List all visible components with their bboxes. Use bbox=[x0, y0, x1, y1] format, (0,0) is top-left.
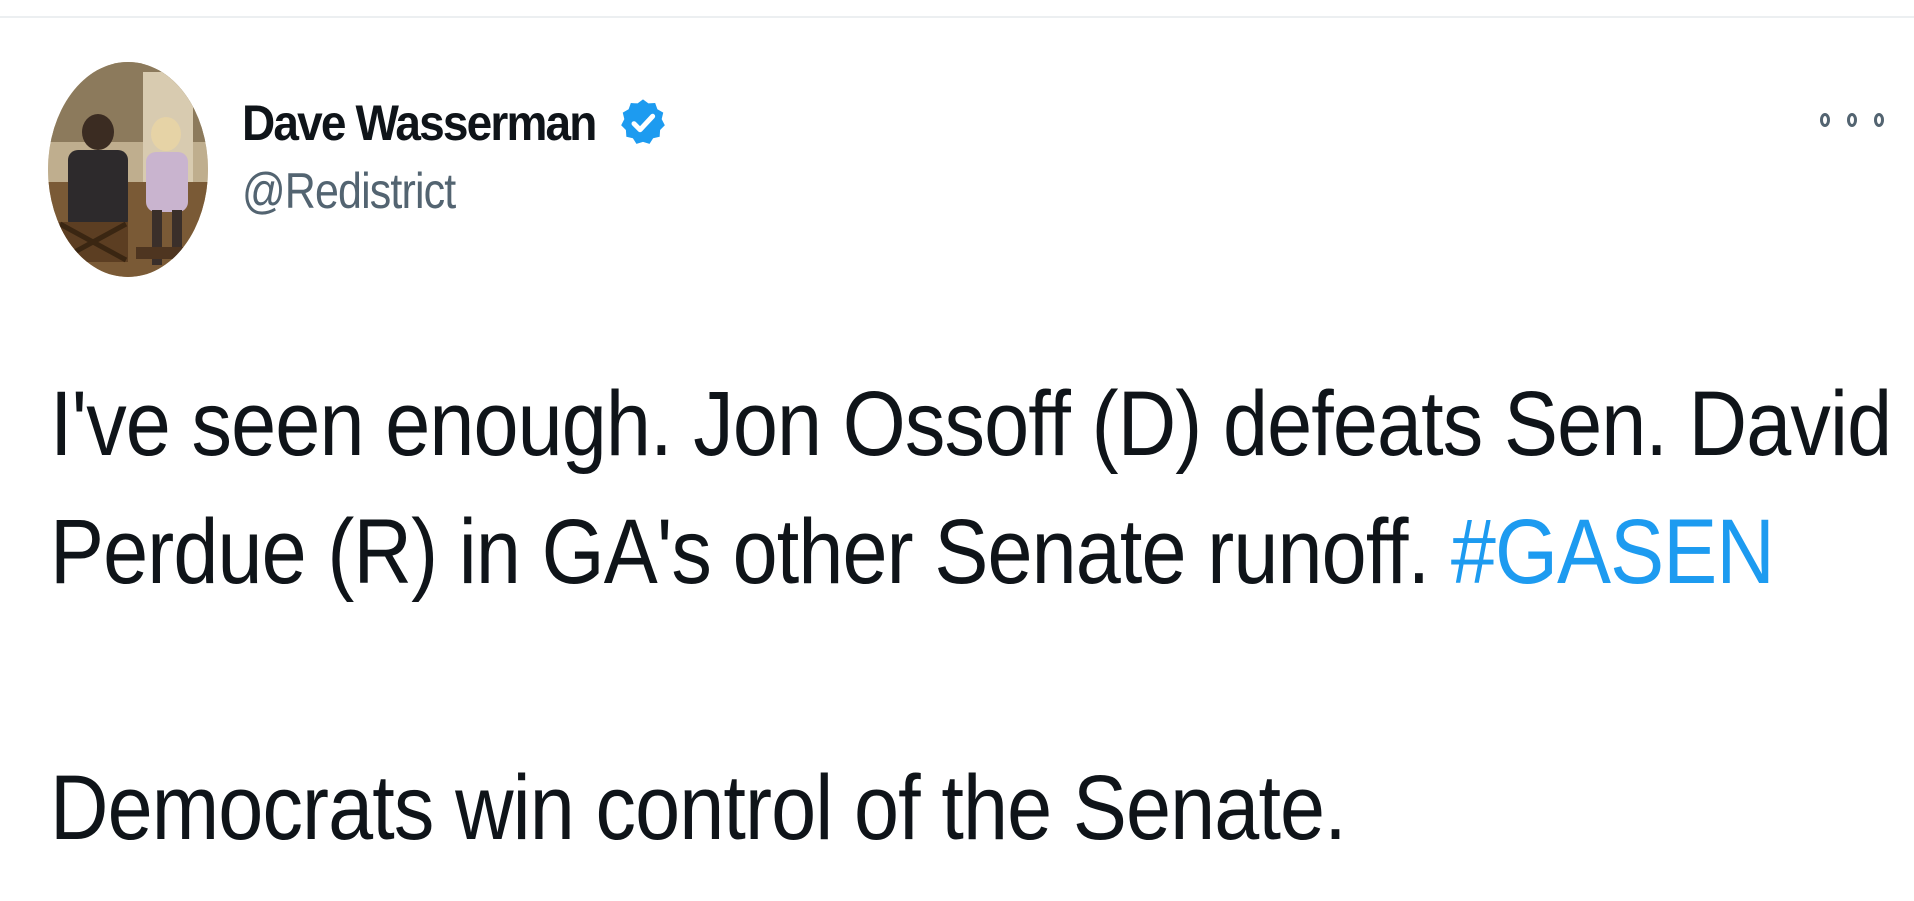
author-handle[interactable]: @Redistrict bbox=[242, 162, 610, 220]
author-display-name[interactable]: Dave Wasserman bbox=[242, 94, 597, 152]
verified-badge-icon bbox=[621, 99, 666, 144]
more-dot bbox=[1874, 113, 1884, 127]
tweet-card: Dave Wasserman @Redistrict I've seen eno… bbox=[0, 0, 1914, 901]
tweet-text-line-2: Perdue (R) in GA's other Senate runoff. … bbox=[50, 488, 1775, 616]
author-name-row: Dave Wasserman bbox=[242, 88, 670, 158]
more-dot bbox=[1847, 113, 1857, 127]
tweet-text-line-2-prefix: Perdue (R) in GA's other Senate runoff. bbox=[50, 501, 1451, 603]
hashtag-link[interactable]: #GASEN bbox=[1451, 501, 1775, 603]
tweet-text-line-3: Democrats win control of the Senate. bbox=[50, 757, 1347, 859]
profile-photo-image bbox=[48, 62, 208, 277]
avatar[interactable] bbox=[48, 62, 208, 277]
more-dot bbox=[1820, 113, 1830, 127]
author-block: Dave Wasserman @Redistrict bbox=[242, 88, 670, 220]
more-options-icon[interactable] bbox=[1820, 102, 1884, 138]
tweet-text: I've seen enough. Jon Ossoff (D) defeats… bbox=[50, 360, 1892, 872]
tweet-text-line-1: I've seen enough. Jon Ossoff (D) defeats… bbox=[50, 373, 1892, 475]
